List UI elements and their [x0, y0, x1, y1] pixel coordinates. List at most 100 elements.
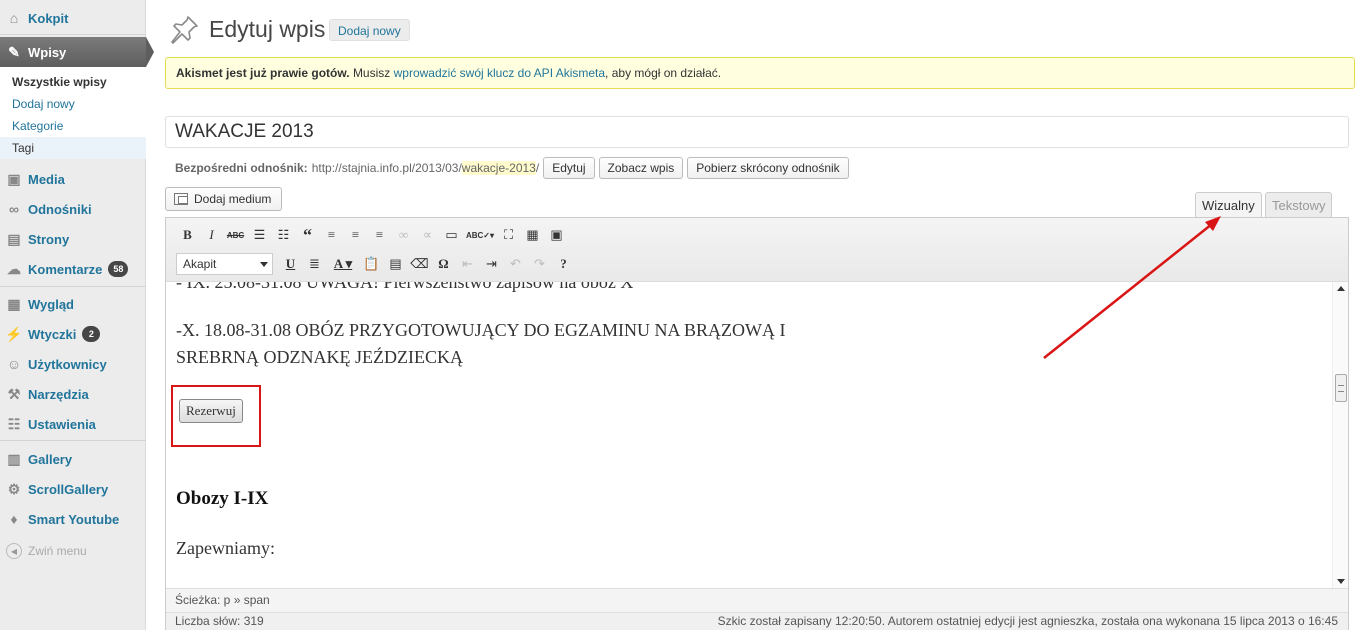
- submenu-tags[interactable]: Tagi: [12, 141, 34, 155]
- pushpin-icon: [171, 16, 198, 44]
- content-line: - IX. 25.08-31.08 UWAGA! Pierwszeństwo z…: [176, 282, 634, 292]
- menu-kokpit[interactable]: ⌂ Kokpit: [0, 3, 146, 33]
- italic-icon[interactable]: I: [200, 225, 223, 245]
- menu-links[interactable]: ∞ Odnośniki: [0, 194, 146, 224]
- divider: [0, 34, 146, 35]
- menu-label: Użytkownicy: [28, 356, 107, 372]
- link-icon: ∞: [9, 201, 19, 217]
- appearance-icon: ▦: [7, 295, 21, 312]
- menu-settings[interactable]: ☷ Ustawienia: [0, 409, 146, 439]
- kitchen-sink-icon[interactable]: ▦: [521, 225, 544, 245]
- collapse-label: Zwiń menu: [28, 544, 87, 558]
- plugin-icon: ⚡: [5, 325, 23, 342]
- gallery-icon: ▥: [7, 450, 21, 467]
- insert-more-icon[interactable]: ▭: [440, 225, 463, 245]
- collapse-menu[interactable]: ◀ Zwiń menu: [6, 543, 87, 559]
- numbered-list-icon[interactable]: ☷: [272, 225, 295, 245]
- content-line: SREBRNĄ ODZNAKĘ JEŹDZIECKĄ: [176, 347, 463, 367]
- settings-icon: ☷: [7, 415, 21, 432]
- add-new-post-button[interactable]: Dodaj nowy: [329, 19, 410, 41]
- paste-text-icon[interactable]: 📋: [360, 254, 383, 274]
- scroll-thumb[interactable]: [1335, 374, 1347, 402]
- remove-format-icon[interactable]: ⌫: [408, 254, 431, 274]
- menu-label: Media: [28, 171, 65, 187]
- undo-icon[interactable]: ↶: [504, 254, 527, 274]
- menu-appearance[interactable]: ▦ Wygląd: [0, 289, 146, 319]
- menu-label: Odnośniki: [28, 201, 92, 217]
- view-post-button[interactable]: Zobacz wpis: [598, 157, 684, 179]
- fullscreen-icon[interactable]: ⛶: [497, 225, 520, 245]
- menu-wpisy[interactable]: ✎ Wpisy: [0, 37, 146, 67]
- menu-plugins[interactable]: ⚡ Wtyczki 2: [0, 319, 146, 349]
- media-icon: [174, 193, 188, 205]
- reserve-button[interactable]: Rezerwuj: [179, 399, 243, 423]
- toolbar-row-1: B I ABC ☰ ☷ “ ≡ ≡ ≡ ∞ ∝ ▭ ABC✓▾ ⛶ ▦ ▣: [176, 223, 569, 247]
- outdent-icon[interactable]: ⇤: [456, 254, 479, 274]
- redo-icon[interactable]: ↷: [528, 254, 551, 274]
- indent-icon[interactable]: ⇥: [480, 254, 503, 274]
- page-title: Edytuj wpis: [209, 16, 326, 42]
- insert-link-icon[interactable]: ∞: [392, 225, 415, 245]
- permalink-label: Bezpośredni odnośnik:: [175, 161, 308, 175]
- align-right-icon[interactable]: ≡: [368, 225, 391, 245]
- content-line: -X. 18.08-31.08 OBÓZ PRZYGOTOWUJĄCY DO E…: [176, 320, 786, 340]
- justify-icon[interactable]: ≣: [303, 254, 326, 274]
- menu-users[interactable]: ☺ Użytkownicy: [0, 349, 146, 379]
- insert-gallery-icon[interactable]: ▣: [545, 225, 568, 245]
- menu-label: Wygląd: [28, 296, 74, 312]
- menu-label: Gallery: [28, 451, 73, 467]
- akismet-key-link[interactable]: wprowadzić swój klucz do API Akismeta: [394, 66, 605, 80]
- spellcheck-icon[interactable]: ABC✓▾: [464, 225, 496, 245]
- underline-icon[interactable]: U: [279, 254, 302, 274]
- permalink-row: Bezpośredni odnośnik: http://stajnia.inf…: [175, 157, 849, 179]
- format-value: Akapit: [183, 257, 217, 271]
- menu-label: Kokpit: [28, 10, 69, 26]
- tab-visual[interactable]: Wizualny: [1195, 192, 1262, 218]
- menu-comments[interactable]: ☁ Komentarze 58: [0, 254, 146, 284]
- tab-text[interactable]: Tekstowy: [1265, 192, 1333, 218]
- add-media-button[interactable]: Dodaj medium: [165, 187, 283, 211]
- media-icon: ▣: [7, 170, 21, 187]
- menu-smart-youtube[interactable]: ♦ Smart Youtube: [0, 504, 146, 534]
- editor-scrollbar[interactable]: [1332, 282, 1348, 588]
- align-left-icon[interactable]: ≡: [320, 225, 343, 245]
- element-path: Ścieżka: p » span: [166, 588, 1348, 612]
- menu-scrollgallery[interactable]: ⚙ ScrollGallery: [0, 474, 146, 504]
- scroll-down-icon[interactable]: [1337, 579, 1345, 584]
- content-heading: Obozy I-IX: [176, 488, 269, 509]
- menu-gallery[interactable]: ▥ Gallery: [0, 444, 146, 474]
- menu-label: ScrollGallery: [28, 481, 109, 497]
- menu-label: Komentarze: [28, 261, 103, 277]
- menu-label: Wpisy: [28, 44, 67, 60]
- comment-count-badge: 58: [108, 261, 129, 277]
- post-title-input[interactable]: WAKACJE 2013: [165, 116, 1349, 148]
- menu-pages[interactable]: ▤ Strony: [0, 224, 146, 254]
- paste-word-icon[interactable]: ▤: [384, 254, 407, 274]
- format-select[interactable]: Akapit: [176, 253, 273, 275]
- submenu-categories[interactable]: Kategorie: [12, 119, 63, 133]
- menu-tools[interactable]: ⚒ Narzędzia: [0, 379, 146, 409]
- permalink-slug[interactable]: wakacje-2013: [461, 161, 536, 175]
- strikethrough-icon[interactable]: ABC: [224, 225, 247, 245]
- text-color-icon[interactable]: A ▾: [327, 254, 359, 274]
- menu-media[interactable]: ▣ Media: [0, 164, 146, 194]
- editor-content[interactable]: - IX. 25.08-31.08 UWAGA! Pierwszeństwo z…: [166, 282, 1332, 588]
- home-icon: ⌂: [9, 10, 19, 26]
- chevron-down-icon: [260, 262, 268, 267]
- bold-icon[interactable]: B: [176, 225, 199, 245]
- scroll-up-icon[interactable]: [1337, 286, 1345, 291]
- get-shortlink-button[interactable]: Pobierz skrócony odnośnik: [687, 157, 849, 179]
- submenu-all-posts[interactable]: Wszystkie wpisy: [12, 75, 107, 89]
- unlink-icon[interactable]: ∝: [416, 225, 439, 245]
- word-count: Liczba słów: 319: [175, 614, 264, 628]
- tools-icon: ⚒: [7, 385, 21, 402]
- help-icon[interactable]: ?: [552, 254, 575, 274]
- align-center-icon[interactable]: ≡: [344, 225, 367, 245]
- bullet-list-icon[interactable]: ☰: [248, 225, 271, 245]
- content-paragraph: Zapewniamy:: [176, 538, 275, 558]
- blockquote-icon[interactable]: “: [296, 225, 319, 245]
- special-char-icon[interactable]: Ω: [432, 254, 455, 274]
- edit-permalink-button[interactable]: Edytuj: [543, 157, 595, 179]
- notice-pre: Musisz: [352, 66, 391, 80]
- submenu-add-new[interactable]: Dodaj nowy: [12, 97, 75, 111]
